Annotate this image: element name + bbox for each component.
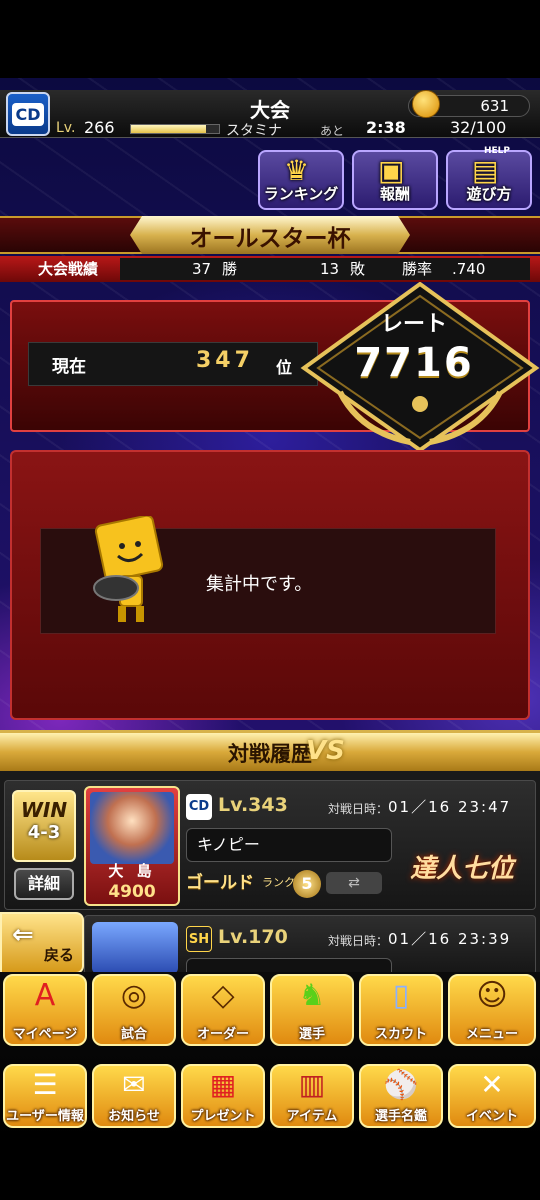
nav-label: 選手 xyxy=(298,1027,325,1042)
nav-game[interactable]: ◎ 試合 xyxy=(92,974,176,1046)
screen: CD 大会 631 Lv. 266 スタミナ あと 2:38 32/100 ♛ … xyxy=(0,0,540,1200)
swap-icon: ⇄ xyxy=(326,872,382,894)
tournament-name: オールスター杯 xyxy=(189,226,351,252)
item-book-icon: ▥ xyxy=(298,1068,326,1101)
nav-label: マイページ xyxy=(12,1027,78,1042)
how-to-play-button[interactable]: ▤ 遊び方 xyxy=(446,150,532,210)
stadium-icon: ◎ xyxy=(120,978,148,1013)
win-badge: WIN 4-3 xyxy=(12,790,76,862)
level-value: 266 xyxy=(84,118,115,137)
datetime-label: 対戦日時： xyxy=(328,934,389,948)
datetime-label: 対戦日時： xyxy=(328,802,389,816)
opponent-team-logo: SH xyxy=(186,926,212,952)
letter-a-icon: A xyxy=(34,978,56,1013)
level-label: Lv. xyxy=(56,120,76,136)
stamina-timer: 2:38 xyxy=(366,118,406,137)
bat-ball-icon: ✕ xyxy=(480,1068,504,1101)
stamina-value: 32/100 xyxy=(450,118,507,137)
current-label: 現在 xyxy=(52,357,86,377)
losses-unit: 敗 xyxy=(350,260,366,278)
nav-label: 試合 xyxy=(120,1027,147,1042)
nav-mypage[interactable]: A マイページ xyxy=(3,974,87,1046)
back-button[interactable]: ⇐ 戻る xyxy=(0,912,84,974)
nav-order[interactable]: ◇ オーダー xyxy=(181,974,265,1046)
opponent-team-logo: CD xyxy=(186,794,212,820)
battle-history-title: 対戦履歴 xyxy=(228,742,312,766)
nav-menu[interactable]: ☺ メニュー xyxy=(448,974,536,1046)
nav-label: イベント xyxy=(465,1109,518,1124)
wins-value: 37 xyxy=(192,260,212,278)
rank-small-label: ランク xyxy=(262,876,295,889)
losses-value: 13 xyxy=(320,260,340,278)
nav-scout[interactable]: ▯ スカウト xyxy=(359,974,443,1046)
nav-news[interactable]: ✉ お知らせ xyxy=(92,1064,176,1128)
wins-unit: 勝 xyxy=(222,260,238,278)
rank-class: ゴールド xyxy=(186,873,254,893)
nav-directory[interactable]: ⚾ 選手名鑑 xyxy=(359,1064,443,1128)
rank-unit: 位 xyxy=(276,358,293,377)
page-title: 大会 xyxy=(250,98,290,122)
stamina-bar-fill xyxy=(131,125,206,133)
mascot-icon: ☺ xyxy=(476,978,508,1013)
detail-button[interactable]: 詳細 xyxy=(14,868,74,900)
back-label: 戻る xyxy=(43,946,74,964)
help-badge: HELP xyxy=(484,146,511,156)
nav-present[interactable]: ▦ プレゼント xyxy=(181,1064,265,1128)
nav-label: メニュー xyxy=(465,1027,518,1042)
score-label: 4-3 xyxy=(27,822,61,843)
nav-player[interactable]: ♞ 選手 xyxy=(270,974,354,1046)
rate-label: レート xyxy=(380,312,447,337)
player-directory-icon: ⚾ xyxy=(383,1068,419,1101)
team-logo-text: CD xyxy=(12,102,44,126)
win-rate-label: 勝率 xyxy=(402,260,433,278)
nav-label: 選手名鑑 xyxy=(374,1109,427,1124)
rate-value: 7716 xyxy=(354,340,474,386)
coin-icon xyxy=(412,90,440,118)
record-label: 大会戦績 xyxy=(38,260,99,278)
player-card[interactable] xyxy=(92,922,178,974)
notice-icon: ✉ xyxy=(122,1068,146,1101)
battle-datetime: 01／16 23:39 xyxy=(388,930,512,948)
treasure-chest-icon: ▣ xyxy=(378,154,405,187)
user-card-icon: ☰ xyxy=(32,1068,58,1101)
nav-user-info[interactable]: ☰ ユーザー情報 xyxy=(3,1064,87,1128)
opponent-level: Lv.343 xyxy=(218,794,288,816)
nav-label: オーダー xyxy=(196,1027,249,1042)
result-label: WIN xyxy=(20,798,68,822)
player-power: 4900 xyxy=(108,882,156,902)
vs-emblem: VS xyxy=(306,736,345,766)
batter-icon: ♞ xyxy=(298,978,326,1013)
nav-label: ユーザー情報 xyxy=(6,1109,84,1124)
win-rate-value: .740 xyxy=(452,260,486,278)
help-book-icon: ▤ xyxy=(472,154,499,187)
reward-button[interactable]: ▣ 報酬 xyxy=(352,150,438,210)
ranking-button[interactable]: ♛ ランキング xyxy=(258,150,344,210)
back-arrow-icon: ⇐ xyxy=(12,920,34,950)
rank-position: 347 xyxy=(196,348,254,373)
nav-item[interactable]: ▥ アイテム xyxy=(270,1064,354,1128)
nav-label: スカウト xyxy=(374,1027,427,1042)
nav-label: アイテム xyxy=(286,1109,338,1124)
mascot-icon xyxy=(93,516,164,622)
nav-label: プレゼント xyxy=(190,1109,256,1124)
player-name: 大 島 xyxy=(108,862,156,880)
nav-label: お知らせ xyxy=(108,1109,160,1124)
opponent-name: キノピー xyxy=(186,828,392,862)
field-lineup-icon: ◇ xyxy=(211,978,235,1013)
notice-message: 集計中です。 xyxy=(206,574,313,595)
battle-datetime: 01／16 23:47 xyxy=(388,798,512,816)
stamina-label: スタミナ xyxy=(226,123,282,139)
opponent-level: Lv.170 xyxy=(218,926,288,948)
title-badge: 達人七位 xyxy=(409,854,514,884)
remaining-label: あと xyxy=(320,124,345,138)
crown-icon: ♛ xyxy=(284,154,310,187)
scout-card-icon: ▯ xyxy=(392,978,410,1013)
rank-number-badge: 5 xyxy=(293,870,321,898)
stamina-bar xyxy=(130,124,220,134)
gift-icon: ▦ xyxy=(209,1068,237,1101)
team-logo[interactable]: CD xyxy=(6,92,50,136)
player-photo xyxy=(90,792,174,864)
nav-event[interactable]: ✕ イベント xyxy=(448,1064,536,1128)
